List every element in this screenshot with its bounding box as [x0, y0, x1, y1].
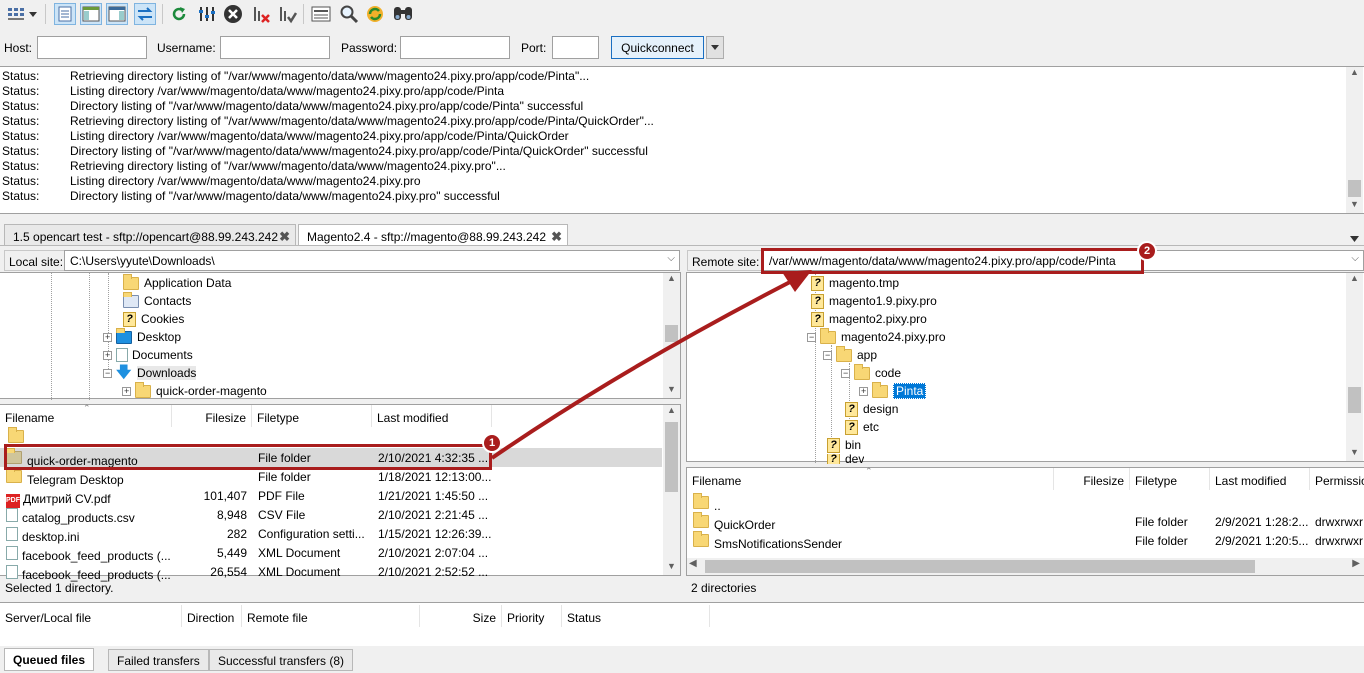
annotation-arrow: [490, 270, 812, 460]
callout-badge-1: 1: [482, 433, 502, 453]
callout-badge-2: 2: [1137, 241, 1157, 261]
